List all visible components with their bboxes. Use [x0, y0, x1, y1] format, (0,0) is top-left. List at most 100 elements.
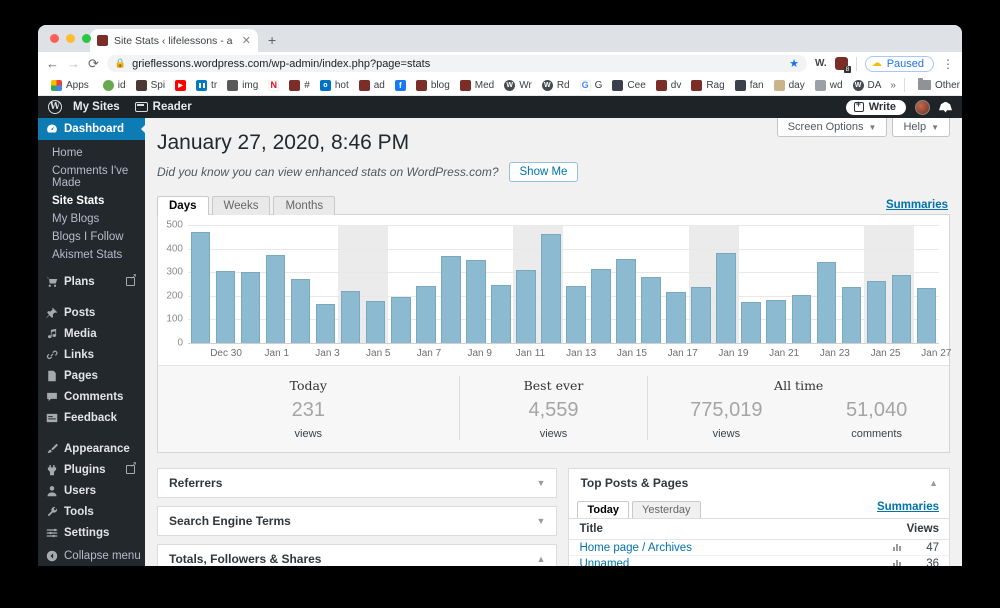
- back-icon[interactable]: ←: [46, 57, 59, 70]
- chart-bar[interactable]: [841, 287, 862, 343]
- bookmark-item[interactable]: ▶: [170, 79, 191, 91]
- chart-bar[interactable]: [691, 286, 711, 343]
- sidebar-subitem-site-stats[interactable]: Site Stats: [38, 192, 145, 210]
- sidebar-item-links[interactable]: Links: [38, 344, 145, 365]
- chart-bar[interactable]: [190, 232, 211, 343]
- tab-close-icon[interactable]: ✕: [242, 34, 251, 47]
- chart-bar[interactable]: [340, 290, 361, 343]
- post-link[interactable]: Unnamed: [579, 558, 885, 567]
- bookmark-item[interactable]: f: [390, 79, 411, 91]
- tab-months[interactable]: Months: [273, 196, 336, 215]
- post-link[interactable]: Home page / Archives: [579, 542, 885, 554]
- chart-bar[interactable]: [666, 291, 686, 343]
- address-bar[interactable]: 🔒 grieflessons.wordpress.com/wp-admin/in…: [106, 55, 808, 72]
- chart-bar[interactable]: [491, 284, 511, 343]
- stats-bars-icon[interactable]: [893, 544, 901, 551]
- sidebar-collapse-menu[interactable]: Collapse menu: [38, 545, 145, 566]
- chart-bar[interactable]: [416, 286, 436, 343]
- bookmark-item[interactable]: day: [769, 79, 810, 91]
- show-me-button[interactable]: Show Me: [508, 162, 579, 182]
- bookmark-item[interactable]: fan: [730, 79, 769, 91]
- sidebar-item-pages[interactable]: Pages: [38, 365, 145, 386]
- bookmark-item[interactable]: Cee: [607, 79, 650, 91]
- chart-bar[interactable]: [240, 271, 261, 343]
- sidebar-item-comments[interactable]: Comments: [38, 386, 145, 407]
- bookmark-item[interactable]: Rag: [686, 79, 729, 91]
- sidebar-subitem-akismet-stats[interactable]: Akismet Stats: [38, 246, 145, 264]
- stats-bars-icon[interactable]: [893, 560, 901, 566]
- sidebar-subitem-home[interactable]: Home: [38, 144, 145, 162]
- user-avatar[interactable]: [915, 99, 930, 115]
- tab-days[interactable]: Days: [157, 196, 209, 215]
- toggle-down-icon[interactable]: ▼: [537, 478, 546, 488]
- bookmark-item[interactable]: #: [284, 79, 315, 91]
- chart-bar[interactable]: [616, 259, 636, 343]
- write-button[interactable]: Write: [845, 99, 906, 115]
- bookmark-item[interactable]: W Wr: [499, 79, 537, 91]
- chart-bar[interactable]: [466, 260, 486, 343]
- sidebar-item-appearance[interactable]: Appearance: [38, 438, 145, 459]
- toggle-up-icon[interactable]: ▲: [537, 554, 546, 564]
- bookmark-item[interactable]: W DA: [848, 79, 887, 91]
- chart-bar[interactable]: [816, 262, 837, 343]
- chart-bar[interactable]: [265, 254, 286, 343]
- extension-w-icon[interactable]: W.: [815, 58, 827, 69]
- chart-bar[interactable]: [290, 279, 311, 343]
- chart-bar[interactable]: [391, 296, 411, 343]
- chart-bar[interactable]: [716, 253, 736, 343]
- notifications-bell-icon[interactable]: [939, 101, 952, 113]
- new-tab-button[interactable]: +: [268, 32, 276, 48]
- bookmark-item[interactable]: dv: [651, 79, 687, 91]
- sidebar-item-users[interactable]: Users: [38, 480, 145, 501]
- forward-icon[interactable]: →: [67, 57, 80, 70]
- toggle-down-icon[interactable]: ▼: [537, 516, 546, 526]
- sidebar-item-media[interactable]: Media: [38, 323, 145, 344]
- chart-bar[interactable]: [641, 276, 661, 343]
- chart-bar[interactable]: [891, 274, 912, 343]
- lock-icon[interactable]: 🔒: [115, 58, 126, 69]
- screen-options-button[interactable]: Screen Options ▼: [776, 118, 888, 137]
- chart-bar[interactable]: [766, 299, 786, 343]
- extension-shield-icon[interactable]: 8: [834, 57, 851, 73]
- top-posts-summaries-link[interactable]: Summaries: [877, 501, 939, 513]
- chart-bar[interactable]: [916, 287, 937, 343]
- sidebar-subitem-blogs-i-follow[interactable]: Blogs I Follow: [38, 228, 145, 246]
- zoom-window-button[interactable]: [82, 34, 91, 43]
- bookmark-item[interactable]: GG: [575, 79, 608, 91]
- minimize-window-button[interactable]: [66, 34, 75, 43]
- bookmarks-overflow-icon[interactable]: »: [890, 80, 896, 91]
- my-sites-menu[interactable]: My Sites: [69, 101, 124, 113]
- sync-paused-button[interactable]: ☁ Paused: [864, 55, 934, 72]
- browser-menu-icon[interactable]: ⋮: [942, 57, 954, 71]
- reader-menu[interactable]: Reader: [131, 101, 196, 113]
- close-window-button[interactable]: [50, 34, 59, 43]
- sidebar-item-feedback[interactable]: Feedback: [38, 407, 145, 428]
- chart-bar[interactable]: [741, 302, 761, 343]
- bookmark-item[interactable]: Spi: [131, 79, 170, 91]
- chart-bar[interactable]: [315, 303, 336, 343]
- sidebar-item-plans[interactable]: Plans: [38, 271, 145, 292]
- bookmark-item[interactable]: id: [98, 79, 131, 91]
- sidebar-item-dashboard[interactable]: Dashboard: [38, 118, 145, 140]
- chart-bar[interactable]: [365, 301, 386, 343]
- toggle-up-icon[interactable]: ▲: [929, 478, 938, 488]
- bookmark-item[interactable]: blog: [411, 79, 455, 91]
- browser-tab[interactable]: Site Stats ‹ lifelessons - a blog ✕: [90, 29, 258, 52]
- bookmark-item[interactable]: wd: [810, 79, 848, 91]
- chart-bar[interactable]: [441, 256, 461, 343]
- sidebar-item-tools[interactable]: Tools: [38, 501, 145, 522]
- bookmark-item[interactable]: W Rd: [537, 79, 575, 91]
- bookmark-item[interactable]: ad: [354, 79, 390, 91]
- bookmark-item[interactable]: Med: [455, 79, 499, 91]
- sidebar-item-settings[interactable]: Settings: [38, 522, 145, 543]
- bookmark-item[interactable]: tr: [191, 79, 222, 91]
- chart-bar[interactable]: [516, 269, 536, 343]
- reload-icon[interactable]: ⟳: [88, 57, 99, 70]
- tab-weeks[interactable]: Weeks: [211, 196, 271, 215]
- chart-bar[interactable]: [791, 294, 812, 343]
- bookmark-star-icon[interactable]: ★: [789, 57, 799, 70]
- chart-bar[interactable]: [215, 271, 236, 343]
- wordpress-logo-icon[interactable]: W: [48, 100, 62, 114]
- sidebar-subitem-comments-i-ve-made[interactable]: Comments I've Made: [38, 162, 145, 192]
- chart-bar[interactable]: [541, 234, 561, 343]
